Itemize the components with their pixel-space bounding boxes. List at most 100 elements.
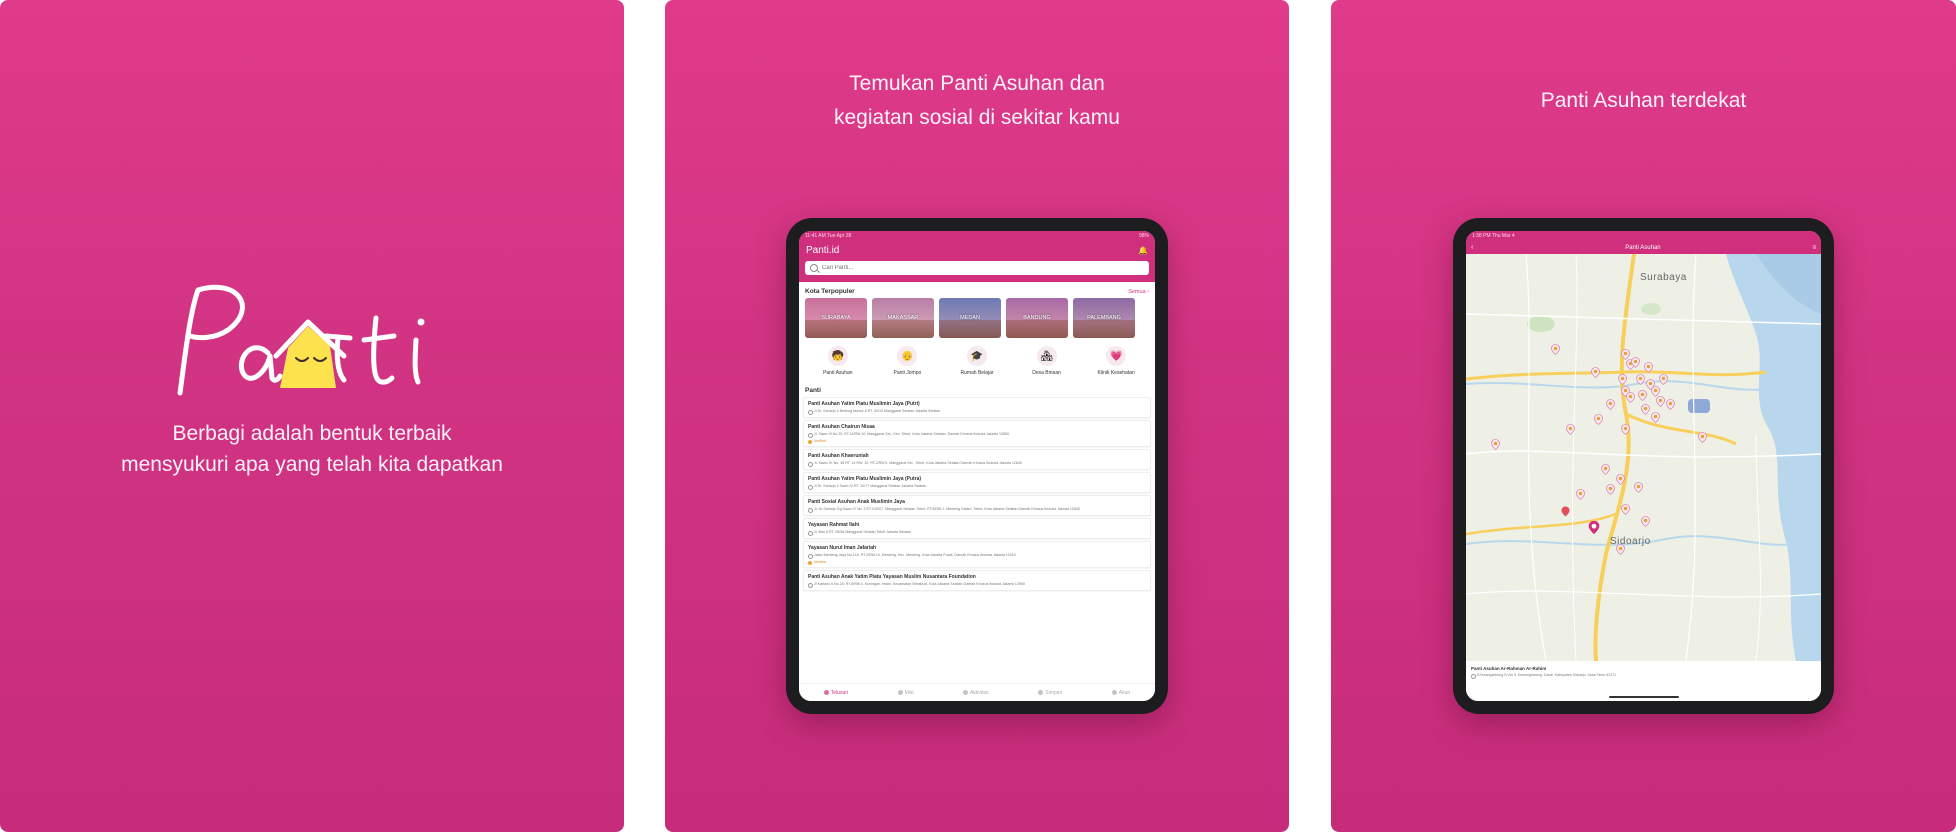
map-pin-icon[interactable] <box>1618 374 1627 385</box>
category-klinik-kesehatan[interactable]: 💗 Klinik Kesehatan <box>1091 346 1141 376</box>
tagline-line-1: Berbagi adalah bentuk terbaik <box>172 422 452 445</box>
city-carousel: SURABAYA MAKASSAR MEDAN BANDUNG PALEMBAN… <box>799 298 1155 338</box>
village-icon: 🏘 <box>1036 346 1057 366</box>
category-label: Desa Binaan <box>1032 370 1061 376</box>
promo-panel-home: Temukan Panti Asuhan dan kegiatan sosial… <box>665 0 1289 832</box>
category-panti-asuhan[interactable]: 🧒 Panti Asuhan <box>813 346 863 376</box>
map-pin-icon[interactable] <box>1634 482 1643 493</box>
map-pin-icon[interactable] <box>1698 432 1707 443</box>
popular-cities-header: Kota Terpopuler Semua › <box>799 282 1155 298</box>
map-pin-icon[interactable] <box>1638 390 1647 401</box>
caption-line-1: Temukan Panti Asuhan dan <box>849 72 1105 95</box>
city-card[interactable]: MEDAN <box>939 298 1001 338</box>
map-label-surabaya: Surabaya <box>1640 272 1687 283</box>
map-pin-icon[interactable] <box>1591 367 1600 378</box>
verified-badge: Verified <box>808 560 1146 565</box>
city-label: SURABAYA <box>821 315 851 321</box>
category-panti-jompo[interactable]: 👴 Panti Jompo <box>882 346 932 376</box>
map-pin-icon[interactable] <box>1606 399 1615 410</box>
map-pin-icon[interactable] <box>1644 362 1653 373</box>
list-item[interactable]: Yayasan Rahmat Ilahi Jl. Biru 8 RT. 05/0… <box>803 518 1151 539</box>
elderly-icon: 👴 <box>897 346 918 366</box>
see-all-link[interactable]: Semua › <box>1128 289 1149 295</box>
map-pin-icon[interactable] <box>1576 489 1585 500</box>
map-pin-icon[interactable] <box>1636 374 1645 385</box>
bag-icon <box>897 690 903 695</box>
map-pin-icon[interactable] <box>1594 414 1603 425</box>
map-pin-icon[interactable] <box>1491 439 1500 450</box>
city-label: MAKASSAR <box>887 315 919 321</box>
bell-icon[interactable]: 🔔 <box>1138 246 1148 255</box>
item-name: Panti Asuhan Chairun Nisaa <box>808 424 875 430</box>
category-row: 🧒 Panti Asuhan 👴 Panti Jompo 🎓 Rumah Bel… <box>799 338 1155 380</box>
map-pin-icon[interactable] <box>1641 516 1650 527</box>
list-item[interactable]: Yayasan Nurul Iman Jafariah Jalan Menten… <box>803 541 1151 568</box>
category-label: Rumah Belajar <box>960 370 994 376</box>
item-name: Panti Asuhan Yatim Piatu Muslimin Jaya (… <box>808 401 920 407</box>
nav-label: Aktivitas <box>970 689 989 696</box>
promo-panel-map: Panti Asuhan terdekat 1:38 PM Thu Mar 4 … <box>1331 0 1956 832</box>
map-pin-icon[interactable] <box>1616 544 1625 555</box>
map-base <box>1466 254 1821 661</box>
search-input[interactable] <box>822 265 1144 271</box>
nav-simpan[interactable]: Simpan <box>1038 690 1062 696</box>
list-item[interactable]: Panti Asuhan Anak Yatim Piatu Yayasan Mu… <box>803 570 1151 591</box>
list-item[interactable]: Panti Asuhan Chairun Nisaa Jl. Sawo III … <box>803 420 1151 447</box>
list-icon[interactable]: ≡ <box>1812 245 1816 251</box>
app-title: Panti.id <box>806 244 840 256</box>
list-item[interactable]: Panti Asuhan Khaeruniah Jl. Sawo IV, No.… <box>803 449 1151 470</box>
search-bar[interactable] <box>805 261 1149 275</box>
home-indicator <box>1608 696 1679 698</box>
selected-panti-address: Jl Kenanganbong IV No 9, Kemangbarang, C… <box>1471 673 1816 679</box>
map-pin-icon[interactable] <box>1641 404 1650 415</box>
tagline: Berbagi adalah bentuk terbaik mensyukuri… <box>0 418 624 480</box>
map-pin-icon[interactable] <box>1616 474 1625 485</box>
city-card[interactable]: MAKASSAR <box>872 298 934 338</box>
list-item[interactable]: Panti Asuhan Yatim Piatu Muslimin Jaya (… <box>803 472 1151 493</box>
tagline-line-2: mensyukuri apa yang telah kita dapatkan <box>121 453 503 476</box>
map-screen: 1:38 PM Thu Mar 4 ‹ Panti Asuhan ≡ Surab… <box>1466 231 1821 701</box>
selected-panti-card[interactable]: Panti Asuhan Ar-Rahman Ar-Rahim Jl Kenan… <box>1466 661 1821 701</box>
city-card[interactable]: PALEMBANG <box>1073 298 1135 338</box>
search-icon <box>810 264 818 272</box>
map-pin-icon[interactable] <box>1666 399 1675 410</box>
selected-map-pin-icon[interactable] <box>1588 520 1600 535</box>
item-address: Jl Kartano 6 No.25, RT.6/RW.4, Kuningan,… <box>808 582 1146 588</box>
map-pin-icon[interactable] <box>1631 357 1640 368</box>
category-label: Panti Jompo <box>893 370 922 376</box>
app-bar: Panti.id 🔔 <box>799 241 1155 259</box>
panti-list: Panti Asuhan Yatim Piatu Muslimin Jaya (… <box>799 397 1155 591</box>
map-pin-icon[interactable] <box>1551 344 1560 355</box>
nav-aktivitas[interactable]: Aktivitas <box>963 690 989 696</box>
category-desa-binaan[interactable]: 🏘 Desa Binaan <box>1022 346 1072 376</box>
city-card[interactable]: BANDUNG <box>1006 298 1068 338</box>
nav-telusuri[interactable]: Telusuri <box>823 690 848 696</box>
map-pin-icon[interactable] <box>1659 374 1668 385</box>
bottom-nav: Telusuri Misi Aktivitas Simpan Akun <box>799 683 1155 701</box>
caption: Panti Asuhan terdekat <box>1540 89 1747 112</box>
map-pin-icon[interactable] <box>1566 424 1575 435</box>
city-card[interactable]: SURABAYA <box>805 298 867 338</box>
map-pin-icon[interactable] <box>1606 484 1615 495</box>
status-bar: 11:41 AM Tue Apr 28 98% <box>799 231 1155 241</box>
status-battery: 98% <box>1138 233 1149 239</box>
list-item[interactable]: Panti Asuhan Yatim Piatu Muslimin Jaya (… <box>803 397 1151 418</box>
category-rumah-belajar[interactable]: 🎓 Rumah Belajar <box>952 346 1002 376</box>
back-chevron-icon[interactable]: ‹ <box>1471 244 1473 251</box>
map-pin-icon[interactable] <box>1621 424 1630 435</box>
nav-label: Akun <box>1118 689 1131 696</box>
list-item[interactable]: Panti Sosial Asuhan Anak Muslimin Jaya J… <box>803 495 1151 516</box>
activity-icon <box>963 690 969 695</box>
map-view[interactable]: Surabaya Sidoarjo <box>1466 254 1821 661</box>
map-pin-icon[interactable] <box>1651 412 1660 423</box>
map-pin-icon[interactable] <box>1621 504 1630 515</box>
map-pin-icon[interactable] <box>1601 464 1610 475</box>
nav-misi[interactable]: Misi <box>897 690 913 696</box>
map-pin-icon[interactable] <box>1656 396 1665 407</box>
selected-panti-name: Panti Asuhan Ar-Rahman Ar-Rahim <box>1471 666 1547 671</box>
item-name: Panti Asuhan Yatim Piatu Muslimin Jaya (… <box>808 476 922 482</box>
app-bar: ‹ Panti Asuhan ≡ <box>1466 241 1821 254</box>
map-pin-icon[interactable] <box>1626 392 1635 403</box>
nav-akun[interactable]: Akun <box>1111 689 1131 696</box>
category-label: Klinik Kesehatan <box>1097 370 1135 376</box>
